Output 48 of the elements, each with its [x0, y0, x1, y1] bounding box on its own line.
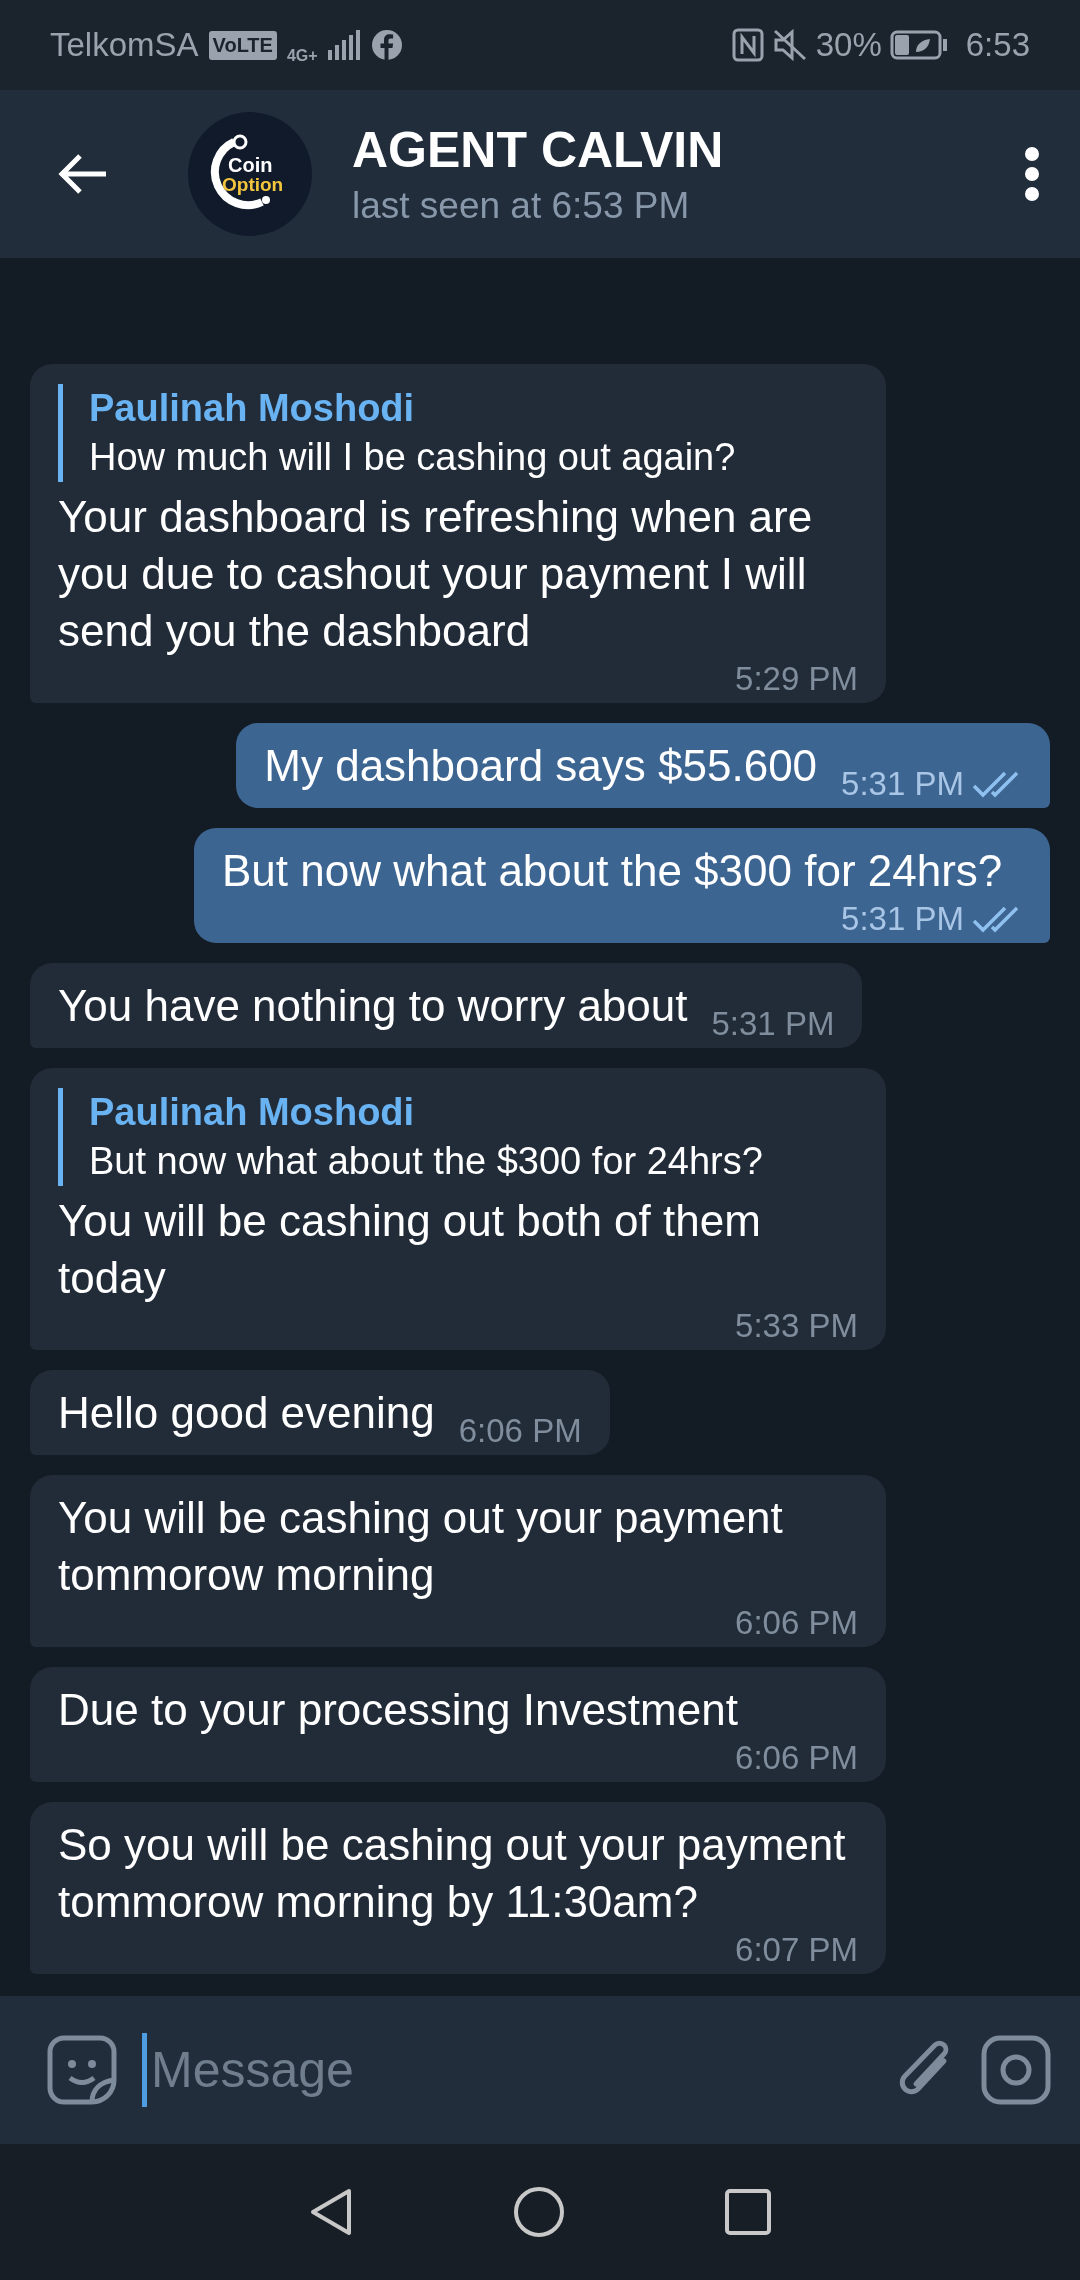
facebook-icon — [371, 30, 402, 60]
logo-text: Option — [222, 174, 284, 196]
recents-nav-icon[interactable] — [725, 2189, 771, 2235]
reply-text: But now what about the $300 for 24hrs? — [89, 1139, 764, 1184]
message-time: 5:31 PM — [841, 764, 964, 804]
reply-author: Paulinah Moshodi — [89, 1090, 416, 1135]
message-time: 5:31 PM — [711, 1004, 835, 1044]
message-text: Your dashboard is refreshing when are you due to cashout your payment I will send you the dashboard — [58, 491, 814, 657]
logo-text: Coin — [228, 154, 273, 177]
last-seen: last seen at 6:53 PM — [352, 185, 691, 227]
volte-indicator: VoLTE — [208, 30, 277, 60]
network-type: 4G+ — [286, 47, 318, 65]
message-input[interactable]: Message — [142, 2033, 870, 2107]
more-icon[interactable] — [1024, 146, 1040, 202]
reply-author: Paulinah Moshodi — [89, 386, 416, 431]
message-text: You have nothing to worry about — [58, 980, 688, 1032]
battery-percent: 30% — [815, 26, 882, 64]
clock: 6:53 — [965, 26, 1030, 64]
back-nav-icon[interactable] — [309, 2187, 353, 2237]
message-time: 6:06 PM — [458, 1411, 582, 1451]
message-time: 6:07 PM — [735, 1930, 858, 1970]
reply-quote[interactable]: Paulinah Moshodi But now what about the $300 for 24hrs? — [58, 1088, 858, 1186]
back-icon[interactable] — [58, 154, 108, 194]
message-time: 6:06 PM — [735, 1738, 858, 1778]
message-text: My dashboard says $55.600 — [264, 740, 818, 792]
message-time: 5:33 PM — [735, 1306, 858, 1346]
signal-icon — [327, 30, 362, 60]
message-text: But now what about the $300 for 24hrs? — [222, 845, 1003, 897]
message-bar[interactable]: Message — [0, 1996, 1080, 2144]
carrier-name: TelkomSA — [50, 26, 199, 64]
message-text: Hello good evening — [58, 1387, 435, 1439]
message-time: 5:29 PM — [735, 659, 858, 699]
reply-text: How much will I be cashing out again? — [89, 435, 737, 480]
home-nav-icon[interactable] — [513, 2186, 565, 2238]
battery-icon — [889, 30, 948, 60]
message-text: You will be cashing out your payment tommorow morning — [58, 1492, 784, 1601]
camera-icon[interactable] — [980, 2034, 1052, 2106]
message-time: 6:06 PM — [735, 1603, 858, 1643]
sticker-icon[interactable] — [46, 2034, 118, 2106]
message-text: You will be cashing out both of them today — [58, 1195, 762, 1304]
message-time: 5:31 PM — [841, 899, 964, 939]
nfc-icon — [731, 28, 764, 62]
avatar[interactable]: Coin Option — [188, 112, 312, 236]
message-text: Due to your processing Investment — [58, 1684, 738, 1736]
message-text: So you will be cashing out your payment tommorow morning by 11:30am? — [58, 1819, 847, 1928]
mute-icon — [771, 28, 808, 62]
chat-title: AGENT CALVIN — [352, 121, 725, 179]
reply-quote[interactable]: Paulinah Moshodi How much will I be cashing out again? — [58, 384, 858, 482]
